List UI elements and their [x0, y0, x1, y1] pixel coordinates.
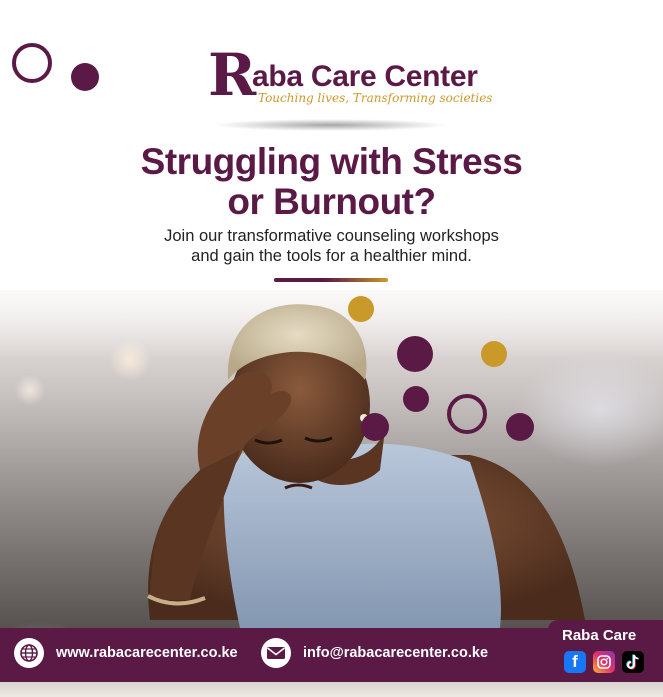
decorative-dot [403, 386, 429, 412]
subtext-line-1: Join our transformative counseling works… [164, 227, 499, 245]
decorative-dot [397, 336, 433, 372]
logo-name: aba Care Center [252, 60, 478, 93]
logo-shadow [212, 119, 448, 131]
website-link[interactable]: www.rabacarecenter.co.ke [56, 645, 238, 661]
logo: R aba Care Center Touching lives, Transf… [208, 41, 492, 116]
decorative-dot [361, 413, 389, 441]
headline-line-1: Struggling with Stress [140, 141, 523, 182]
decorative-ring [447, 394, 487, 434]
facebook-icon[interactable]: f [564, 651, 586, 673]
decorative-dot [506, 413, 534, 441]
email-link[interactable]: info@rabacarecenter.co.ke [303, 645, 488, 661]
website-contact[interactable]: www.rabacarecenter.co.ke [14, 636, 238, 670]
globe-icon [14, 638, 44, 668]
divider [274, 278, 388, 282]
footer-edge [0, 682, 663, 697]
envelope-icon [261, 638, 291, 668]
instagram-icon[interactable] [593, 651, 615, 673]
headline: Struggling with Stress or Burnout? [80, 142, 583, 222]
headline-line-2: or Burnout? [227, 181, 436, 222]
decorative-dot [71, 63, 99, 91]
email-contact[interactable]: info@rabacarecenter.co.ke [261, 636, 488, 670]
poster: R aba Care Center Touching lives, Transf… [0, 0, 663, 697]
decorative-dot [481, 341, 507, 367]
tiktok-icon[interactable] [622, 651, 644, 673]
decorative-ring [12, 43, 52, 83]
social-panel: Raba Care f [548, 620, 663, 680]
decorative-dot [348, 296, 374, 322]
logo-mark: R [208, 41, 257, 109]
logo-tagline: Touching lives, Transforming societies [258, 91, 493, 105]
social-brand-label: Raba Care [562, 627, 637, 644]
subtext: Join our transformative counseling works… [100, 226, 563, 266]
subtext-line-2: and gain the tools for a healthier mind. [191, 247, 472, 265]
